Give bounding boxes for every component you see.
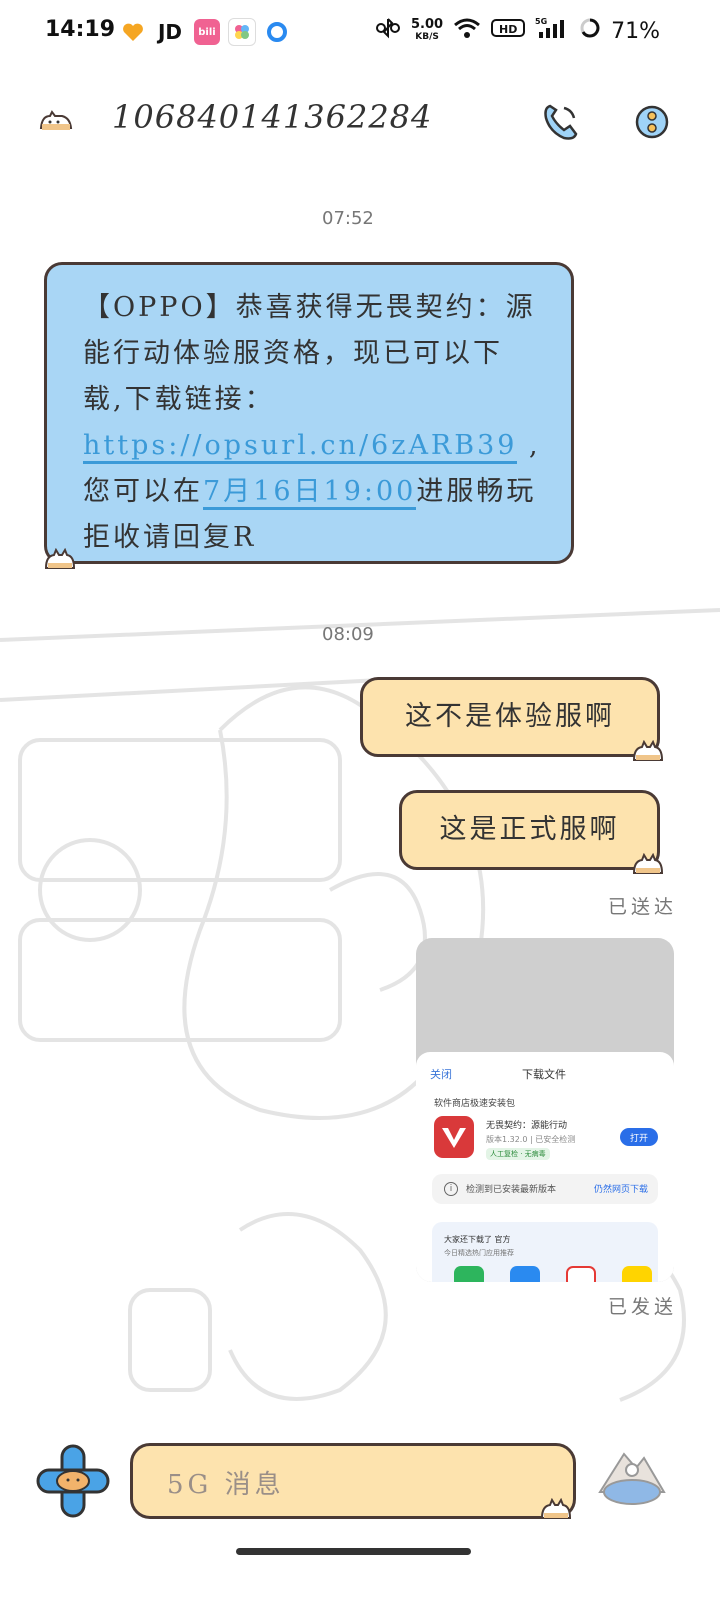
message-input[interactable]: 5G 消息	[130, 1443, 576, 1519]
cat-sticker-icon	[44, 547, 76, 570]
incoming-text: 【OPPO】恭喜获得无畏契约：源能行动体验服资格，现已可以下载,下载链接：	[83, 292, 536, 415]
wifi-app-icon	[510, 1266, 540, 1282]
speed-value: 5.00	[411, 17, 444, 32]
incoming-message[interactable]: 【OPPO】恭喜获得无畏契约：源能行动体验服资格，现已可以下载,下载链接： htt…	[44, 262, 574, 564]
add-attachment-icon[interactable]	[36, 1444, 110, 1518]
outgoing-message[interactable]: 这不是体验服啊	[360, 677, 660, 757]
red-app-icon	[566, 1266, 596, 1282]
hd-icon: HD	[491, 17, 526, 45]
game-app-icon	[434, 1116, 474, 1158]
wifi-icon	[453, 17, 481, 45]
sheet-close: 关闭	[430, 1068, 452, 1081]
sheet-app-meta: 版本1.32.0 | 已安全检测	[486, 1135, 576, 1144]
conversation-header: 106840141362284	[0, 70, 720, 170]
outgoing-message[interactable]: 这是正式服啊	[399, 790, 660, 870]
phone-call-icon[interactable]	[540, 102, 580, 142]
signal-5g-icon: 5G	[535, 16, 569, 46]
bluetooth-icon	[375, 16, 401, 46]
rec-subtitle: 今日精选热门应用推荐	[444, 1249, 514, 1257]
notice-text: 检测到已安装最新版本	[466, 1185, 557, 1195]
notice-link: 仍然网页下载	[593, 1185, 648, 1195]
cat-sticker-icon	[632, 739, 664, 762]
speed-unit: KB/S	[415, 32, 439, 42]
input-bar: 5G 消息	[0, 1420, 720, 1600]
contact-number: 106840141362284	[112, 98, 433, 136]
battery-percent: 71%	[611, 18, 660, 44]
status-time: 14:19	[45, 17, 116, 42]
status-app-icons: JD bili	[120, 18, 290, 46]
download-link[interactable]: https://opsurl.cn/6zARB39	[83, 430, 518, 464]
info-icon: i	[444, 1182, 458, 1196]
status-bar: 14:19 JD bili 5.00 KB/S HD 5G 71%	[0, 0, 720, 64]
delivered-status: 已送达	[608, 896, 678, 918]
more-options-icon[interactable]	[635, 105, 669, 139]
network-speed: 5.00 KB/S	[411, 17, 444, 43]
rec-apps	[454, 1266, 652, 1282]
bilibili-icon: bili	[194, 19, 220, 45]
home-indicator[interactable]	[236, 1548, 471, 1555]
rec-title: 大家还下载了 官方	[444, 1235, 511, 1244]
sheet-open-button: 打开	[620, 1128, 658, 1146]
message-time: 08:09	[322, 624, 374, 645]
sheet-app-badge: 人工复检 · 无病毒	[486, 1148, 550, 1160]
browser-app-icon	[264, 19, 290, 45]
image-message[interactable]: 关闭 下载文件 软件商店极速安装包 无畏契约：源能行动 版本1.32.0 | 已…	[416, 938, 674, 1282]
send-icon[interactable]	[596, 1444, 668, 1508]
battery-icon	[579, 17, 601, 45]
sheet-app-name: 无畏契约：源能行动	[486, 1121, 568, 1131]
status-right: 5.00 KB/S HD 5G 71%	[375, 16, 660, 46]
cat-sticker-icon	[632, 852, 664, 875]
sheet-title: 下载文件	[522, 1068, 566, 1081]
wechat-app-icon	[454, 1266, 484, 1282]
jd-icon: JD	[157, 20, 183, 44]
sheet-recommendations: 大家还下载了 官方 今日精选热门应用推荐	[432, 1222, 658, 1282]
heart-app-icon	[120, 19, 146, 45]
sheet-notice: i 检测到已安装最新版本 仍然网页下载	[432, 1174, 658, 1204]
message-time: 07:52	[322, 208, 374, 229]
sheet-subtitle: 软件商店极速安装包	[434, 1099, 516, 1109]
date-link[interactable]: 7月16日19:00	[203, 476, 417, 510]
gallery-app-icon	[228, 18, 256, 46]
cat-sticker-icon	[540, 1497, 572, 1520]
svg-text:HD: HD	[499, 23, 517, 36]
sent-status: 已发送	[608, 1296, 678, 1318]
back-cat-icon[interactable]	[38, 110, 74, 132]
yellow-app-icon	[622, 1266, 652, 1282]
message-input-placeholder: 5G 消息	[167, 1470, 285, 1500]
svg-text:5G: 5G	[535, 17, 547, 26]
screenshot-download-sheet: 关闭 下载文件 软件商店极速安装包 无畏契约：源能行动 版本1.32.0 | 已…	[416, 1052, 674, 1282]
